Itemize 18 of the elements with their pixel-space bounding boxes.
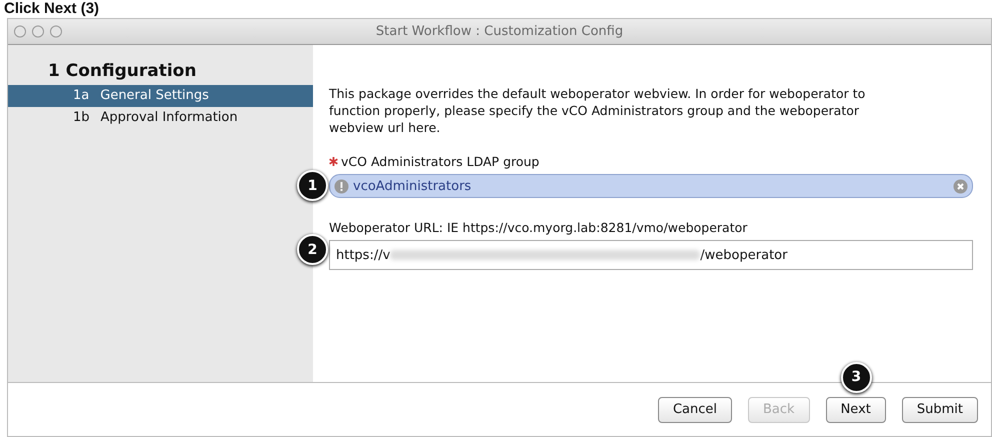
- description-text: This package overrides the default weboperator webview. In order for weboperator to function properly, please specify the vCO Administrators group and the weboperator webview url here.: [329, 85, 866, 136]
- page-heading: Click Next (3): [3, 0, 100, 18]
- dialog-button[interactable]: Cancel: [658, 396, 732, 422]
- dialog-button[interactable]: Submit: [902, 396, 978, 422]
- required-icon: [329, 157, 338, 166]
- sidebar-item[interactable]: 1b Approval Information: [8, 107, 313, 129]
- clear-icon[interactable]: [953, 178, 968, 194]
- sidebar-item[interactable]: 1a General Settings: [8, 85, 313, 107]
- callout-marker: 1: [297, 170, 328, 201]
- url-field[interactable]: https://v /weboperator: [329, 240, 973, 270]
- section-title: 1 Configuration: [47, 61, 198, 81]
- token-field[interactable]: vcoAdministrators: [329, 174, 973, 198]
- callout-marker: 3: [840, 362, 872, 392]
- field-label: Weboperator URL: IE https://vco.myorg.lab:8281/vmo/weboperator: [329, 220, 748, 235]
- field-label: vCO Administrators LDAP group: [341, 154, 540, 169]
- info-icon: [334, 178, 349, 194]
- callout-marker: 2: [297, 234, 328, 265]
- window-title: Start Workflow : Customization Config: [374, 24, 624, 39]
